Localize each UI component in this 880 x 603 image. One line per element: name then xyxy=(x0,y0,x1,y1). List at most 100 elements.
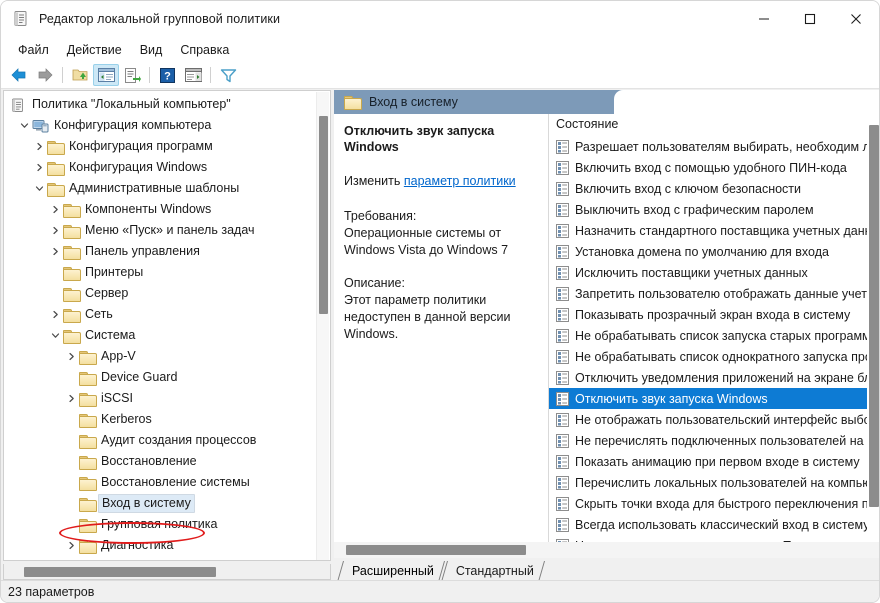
column-header-state[interactable]: Состояние xyxy=(549,114,879,136)
list-item[interactable]: Скрыть точки входа для быстрого переключ… xyxy=(549,493,879,514)
menu-view[interactable]: Вид xyxy=(131,41,172,59)
policy-setting-icon xyxy=(556,454,569,469)
tree-item-app-v[interactable]: App-V xyxy=(4,346,330,367)
tree-item-start-menu-taskbar[interactable]: Меню «Пуск» и панель задач xyxy=(4,220,330,241)
edit-policy-link[interactable]: параметр политики xyxy=(404,174,516,188)
list-item-label: Запретить пользователю отображать данные… xyxy=(575,286,880,301)
list-item[interactable]: Включить вход с помощью удобного ПИН-код… xyxy=(549,157,879,178)
list-item-selected[interactable]: Отключить звук запуска Windows xyxy=(549,388,879,409)
menu-file[interactable]: Файл xyxy=(9,41,58,59)
list-item[interactable]: Показать анимацию при первом входе в сис… xyxy=(549,451,879,472)
tree-item-device-guard[interactable]: Device Guard xyxy=(4,367,330,388)
list-item[interactable]: Установка домена по умолчанию для входа xyxy=(549,241,879,262)
chevron-right-icon[interactable] xyxy=(31,160,47,176)
console-tree[interactable]: Политика "Локальный компьютер" Конфигура… xyxy=(3,90,331,561)
policy-settings-list[interactable]: Состояние Разрешает пользователям выбира… xyxy=(549,114,880,557)
tree-vertical-scrollbar[interactable] xyxy=(316,92,329,560)
list-item[interactable]: Исключить поставщики учетных данных xyxy=(549,262,879,283)
up-one-level-button[interactable] xyxy=(67,64,93,86)
folder-icon xyxy=(79,455,97,470)
tree-item-system[interactable]: Система xyxy=(4,325,330,346)
chevron-placeholder xyxy=(63,475,79,491)
policy-setting-icon xyxy=(556,370,569,385)
chevron-right-icon[interactable] xyxy=(47,202,63,218)
list-scroll-thumb[interactable] xyxy=(869,125,879,507)
tree-item-printers[interactable]: Принтеры xyxy=(4,262,330,283)
list-item[interactable]: Выключить вход с графическим паролем xyxy=(549,199,879,220)
close-button[interactable] xyxy=(833,1,879,37)
tab-standard[interactable]: Стандартный xyxy=(444,561,544,582)
tree-item-label: Восстановление xyxy=(101,454,197,468)
chevron-right-icon[interactable] xyxy=(63,391,79,407)
tab-extended[interactable]: Расширенный xyxy=(340,561,444,582)
tree-item-label: Дисковые квоты xyxy=(101,558,195,560)
chevron-down-icon[interactable] xyxy=(31,181,47,197)
help-button[interactable]: ? xyxy=(154,64,180,86)
tree-item-troubleshooting-diagnostics[interactable]: Диагностика xyxy=(4,535,330,556)
tree-item-administrative-templates[interactable]: Административные шаблоны xyxy=(4,178,330,199)
tree-list: Политика "Локальный компьютер" Конфигура… xyxy=(4,91,330,560)
tree-item-label: Конфигурация Windows xyxy=(69,160,208,174)
tree-item-label: Аудит создания процессов xyxy=(101,433,257,447)
tree-item-windows-components[interactable]: Компоненты Windows xyxy=(4,199,330,220)
tree-item-disk-quotas[interactable]: Дисковые квоты xyxy=(4,556,330,560)
back-button[interactable] xyxy=(6,64,32,86)
list-item[interactable]: Не обрабатывать список запуска старых пр… xyxy=(549,325,879,346)
tree-item-label: Групповая политика xyxy=(101,517,218,531)
list-item[interactable]: Не отображать пользовательский интерфейс… xyxy=(549,409,879,430)
tree-item-iscsi[interactable]: iSCSI xyxy=(4,388,330,409)
list-item[interactable]: Назначить стандартного поставщика учетны… xyxy=(549,220,879,241)
chevron-down-icon[interactable] xyxy=(16,118,32,134)
edit-policy-line: Изменить параметр политики xyxy=(344,173,536,190)
filter-button[interactable] xyxy=(215,64,241,86)
tree-item-recovery[interactable]: Восстановление xyxy=(4,451,330,472)
list-item[interactable]: Отключить уведомления приложений на экра… xyxy=(549,367,879,388)
chevron-down-icon[interactable] xyxy=(47,328,63,344)
list-item[interactable]: Не обрабатывать список однократного запу… xyxy=(549,346,879,367)
menu-help[interactable]: Справка xyxy=(171,41,238,59)
tree-item-root[interactable]: Политика "Локальный компьютер" xyxy=(4,94,330,115)
chevron-right-icon[interactable] xyxy=(63,538,79,554)
list-item[interactable]: Не перечислять подключенных пользователе… xyxy=(549,430,879,451)
tree-item-kerberos[interactable]: Kerberos xyxy=(4,409,330,430)
description-value: Этот параметр политики недоступен в данн… xyxy=(344,293,511,341)
minimize-button[interactable] xyxy=(741,1,787,37)
tree-item-logon[interactable]: Вход в систему xyxy=(4,493,330,514)
maximize-button[interactable] xyxy=(787,1,833,37)
list-horizontal-scrollbar[interactable] xyxy=(334,542,879,558)
list-item[interactable]: Разрешает пользователям выбирать, необхо… xyxy=(549,136,879,157)
tree-hscroll-thumb[interactable] xyxy=(24,567,216,577)
tree-item-server[interactable]: Сервер xyxy=(4,283,330,304)
list-item-label: Включить вход с помощью удобного ПИН-код… xyxy=(575,160,847,175)
tree-item-software-settings[interactable]: Конфигурация программ xyxy=(4,136,330,157)
tree-item-audit-process-creation[interactable]: Аудит создания процессов xyxy=(4,430,330,451)
tree-horizontal-scrollbar[interactable] xyxy=(3,564,331,580)
tree-item-network[interactable]: Сеть xyxy=(4,304,330,325)
forward-button[interactable] xyxy=(32,64,58,86)
chevron-right-icon[interactable] xyxy=(47,307,63,323)
list-item[interactable]: Показывать прозрачный экран входа в сист… xyxy=(549,304,879,325)
list-item[interactable]: Всегда использовать классический вход в … xyxy=(549,514,879,535)
tree-item-system-restore[interactable]: Восстановление системы xyxy=(4,472,330,493)
show-hide-console-tree-button[interactable] xyxy=(93,64,119,86)
menu-bar: Файл Действие Вид Справка xyxy=(1,37,879,62)
list-item[interactable]: Запретить пользователю отображать данные… xyxy=(549,283,880,304)
tree-item-computer-configuration[interactable]: Конфигурация компьютера xyxy=(4,115,330,136)
list-vertical-scrollbar[interactable] xyxy=(867,114,879,557)
tree-item-group-policy[interactable]: Групповая политика xyxy=(4,514,330,535)
tree-item-control-panel[interactable]: Панель управления xyxy=(4,241,330,262)
folder-icon xyxy=(79,497,97,512)
show-hide-action-pane-button[interactable] xyxy=(180,64,206,86)
list-item[interactable]: Включить вход с ключом безопасности xyxy=(549,178,879,199)
list-item[interactable]: Перечислить локальных пользователей на к… xyxy=(549,472,879,493)
export-list-button[interactable] xyxy=(119,64,145,86)
menu-action[interactable]: Действие xyxy=(58,41,131,59)
chevron-right-icon[interactable] xyxy=(47,223,63,239)
tree-scroll-thumb[interactable] xyxy=(319,116,328,314)
status-text: 23 параметров xyxy=(8,584,95,599)
chevron-right-icon[interactable] xyxy=(47,244,63,260)
chevron-right-icon[interactable] xyxy=(31,139,47,155)
list-hscroll-thumb[interactable] xyxy=(346,545,526,555)
tree-item-windows-settings[interactable]: Конфигурация Windows xyxy=(4,157,330,178)
chevron-right-icon[interactable] xyxy=(63,349,79,365)
